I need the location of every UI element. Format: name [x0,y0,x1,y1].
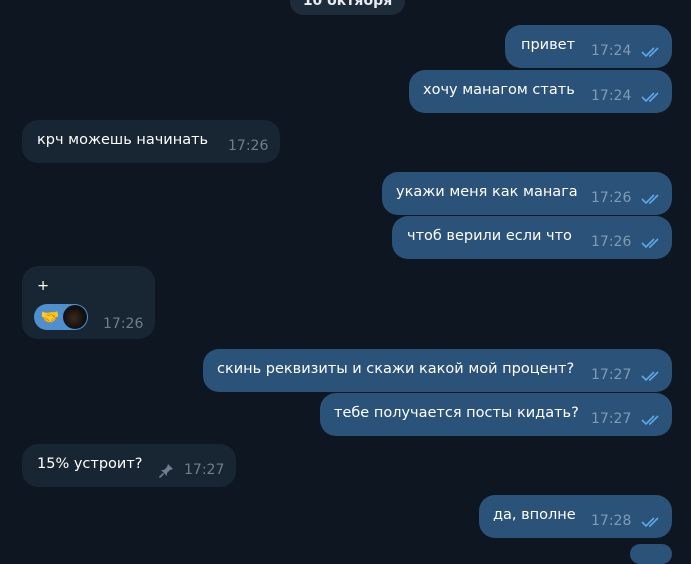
message-text: тебе получается посты кидать? [334,405,579,421]
message-time: 17:26 [228,138,269,154]
message-text: хочу манагом стать [423,82,575,98]
message-text: 15% устроит? [37,456,143,472]
message-time: 17:27 [591,367,632,383]
message-outgoing[interactable]: хочу манагом стать 17:24 [409,70,672,113]
reactor-avatar [63,305,87,329]
double-check-icon [641,92,659,103]
double-check-icon [641,371,659,382]
handshake-emoji-icon: 🤝 [40,308,60,326]
double-check-icon [641,517,659,528]
message-text: привет [521,37,576,53]
message-outgoing[interactable]: привет 17:24 [505,25,672,68]
message-time: 17:24 [591,43,632,59]
message-outgoing[interactable]: да, вполне 17:28 [479,495,672,538]
message-time: 17:27 [184,462,225,478]
reaction-chip[interactable]: 🤝 [34,304,88,330]
message-outgoing[interactable]: укажи меня как манага 17:26 [382,172,672,215]
double-check-icon [641,238,659,249]
message-incoming[interactable]: крч можешь начинать 17:26 [22,120,280,163]
message-incoming[interactable]: 15% устроит? 17:27 [22,444,236,487]
message-incoming[interactable]: + 🤝 17:26 [22,266,155,339]
message-outgoing[interactable] [630,544,672,564]
message-time: 17:26 [591,190,632,206]
double-check-icon [641,194,659,205]
date-separator: 10 октября [290,0,405,15]
message-outgoing[interactable]: тебе получается посты кидать? 17:27 [320,393,672,436]
message-outgoing[interactable]: скинь реквизиты и скажи какой мой процен… [203,349,672,392]
message-text: да, вполне [493,507,576,523]
message-time: 17:27 [591,411,632,427]
message-text: скинь реквизиты и скажи какой мой процен… [217,361,575,377]
message-time: 17:28 [591,513,632,529]
message-text: + [37,278,50,294]
double-check-icon [641,47,659,58]
message-text: чтоб верили если что [407,228,572,244]
message-time: 17:24 [591,88,632,104]
message-time: 17:26 [591,234,632,250]
message-text: укажи меня как манага [396,184,578,200]
pin-icon [158,464,173,479]
message-text: крч можешь начинать [37,132,209,148]
double-check-icon [641,415,659,426]
message-outgoing[interactable]: чтоб верили если что 17:26 [392,216,672,259]
message-time: 17:26 [103,316,144,332]
